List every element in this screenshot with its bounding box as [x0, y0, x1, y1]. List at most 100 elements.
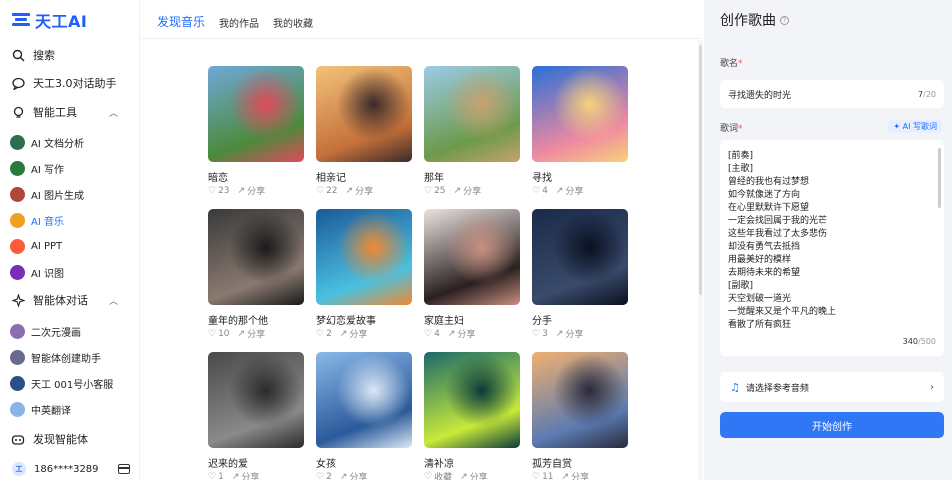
avatar[interactable]: 工	[12, 462, 26, 476]
song-card[interactable]: 家庭主妇 ♡ 4 ↗ 分享	[424, 209, 520, 340]
song-cover-image[interactable]	[208, 66, 304, 162]
share-button[interactable]: ↗ 分享	[556, 327, 584, 341]
sidebar-item-ai-ppt[interactable]: AI PPT	[10, 235, 130, 257]
help-icon[interactable]: ?	[780, 15, 789, 25]
tab-my-works[interactable]: 我的作品	[219, 15, 259, 30]
scrollbar-thumb[interactable]	[699, 45, 702, 295]
sidebar-item-translate[interactable]: 中英翻译	[10, 398, 130, 420]
lyrics-line: 却没有勇气去抵挡	[728, 242, 801, 252]
song-card[interactable]: 寻找 ♡ 4 ↗ 分享	[532, 66, 628, 197]
share-label: 分享	[247, 187, 266, 197]
like-button[interactable]: ♡ 23	[208, 186, 230, 196]
song-card[interactable]: 分手 ♡ 3 ↗ 分享	[532, 209, 628, 340]
like-button[interactable]: ♡ 3	[532, 329, 548, 339]
music-note-icon: ♫	[730, 380, 740, 394]
song-cover-image[interactable]	[532, 66, 628, 162]
like-button[interactable]: ♡ 4	[424, 329, 440, 339]
share-button[interactable]: ↗ 分享	[460, 470, 488, 480]
like-count: 1	[218, 471, 224, 480]
tab-my-favorites[interactable]: 我的收藏	[273, 15, 313, 30]
song-title[interactable]: 寻找	[532, 169, 552, 184]
song-title[interactable]: 暗恋	[208, 169, 228, 184]
song-cover-image[interactable]	[424, 66, 520, 162]
song-title[interactable]: 梦幻恋爱故事	[316, 312, 376, 327]
song-title[interactable]: 那年	[424, 169, 444, 184]
song-card[interactable]: 梦幻恋爱故事 ♡ 2 ↗ 分享	[316, 209, 412, 340]
like-button[interactable]: ♡ 25	[424, 186, 446, 196]
share-button[interactable]: ↗ 分享	[562, 470, 590, 480]
song-cover-image[interactable]	[316, 209, 412, 305]
song-title[interactable]: 迟来的爱	[208, 455, 248, 470]
song-title[interactable]: 家庭主妇	[424, 312, 464, 327]
sidebar-item-chat[interactable]: 天工3.0对话助手	[10, 72, 130, 94]
song-card[interactable]: 迟来的爱 ♡ 1 ↗ 分享	[208, 352, 304, 480]
share-icon: ↗	[460, 471, 468, 480]
share-button[interactable]: ↗ 分享	[238, 327, 266, 341]
song-card[interactable]: 暗恋 ♡ 23 ↗ 分享	[208, 66, 304, 197]
chevron-up-icon[interactable]: ︿	[109, 106, 118, 119]
song-card[interactable]: 女孩 ♡ 2 ↗ 分享	[316, 352, 412, 480]
share-button[interactable]: ↗ 分享	[340, 327, 368, 341]
like-button[interactable]: ♡ 22	[316, 186, 338, 196]
reference-audio-select[interactable]: ♫ 请选择参考音频 ›	[720, 372, 944, 402]
chevron-up-icon[interactable]: ︿	[109, 294, 118, 307]
tab-discover-music[interactable]: 发现音乐	[157, 13, 205, 30]
sidebar-section-tools[interactable]: 智能工具 ︿	[10, 101, 130, 123]
share-button[interactable]: ↗ 分享	[448, 327, 476, 341]
song-title[interactable]: 相亲记	[316, 169, 346, 184]
sidebar-section-agents[interactable]: 智能体对话 ︿	[10, 289, 130, 311]
song-cover-image[interactable]	[532, 352, 628, 448]
song-card[interactable]: 童年的那个他 ♡ 10 ↗ 分享	[208, 209, 304, 340]
song-cover-image[interactable]	[316, 352, 412, 448]
sidebar-item-ai-doc[interactable]: AI 文档分析	[10, 131, 130, 153]
song-name-input[interactable]: 寻找遗失的时光 7/20	[720, 80, 944, 108]
sidebar-item-anime[interactable]: 二次元漫画	[10, 320, 130, 342]
like-button[interactable]: ♡ 4	[532, 186, 548, 196]
song-card[interactable]: 那年 ♡ 25 ↗ 分享	[424, 66, 520, 197]
chevron-right-icon[interactable]: ›	[930, 382, 934, 393]
song-title[interactable]: 分手	[532, 312, 552, 327]
share-button[interactable]: ↗ 分享	[346, 184, 374, 198]
song-card[interactable]: 相亲记 ♡ 22 ↗ 分享	[316, 66, 412, 197]
like-button[interactable]: ♡ 2	[316, 329, 332, 339]
logo[interactable]: 天工AI	[12, 10, 87, 31]
lyrics-scrollbar[interactable]	[938, 148, 941, 208]
like-button[interactable]: ♡ 10	[208, 329, 230, 339]
sidebar-item-ai-recognize[interactable]: AI 识图	[10, 261, 130, 283]
song-cover-image[interactable]	[316, 66, 412, 162]
sidebar-item-ai-image[interactable]: AI 图片生成	[10, 183, 130, 205]
song-card[interactable]: 孤芳自赏 ♡ 11 ↗ 分享	[532, 352, 628, 480]
share-button[interactable]: ↗ 分享	[232, 470, 260, 480]
song-card[interactable]: 清补凉 ♡ 收藏 ↗ 分享	[424, 352, 520, 480]
lyrics-textarea[interactable]: [前奏] [主歌] 曾经的我也有过梦想 如今就像迷了方向 在心里默默许下愿望 一定会找回属…	[720, 140, 944, 356]
song-title[interactable]: 清补凉	[424, 455, 454, 470]
song-cover-image[interactable]	[208, 209, 304, 305]
share-button[interactable]: ↗ 分享	[556, 184, 584, 198]
like-button[interactable]: ♡ 2	[316, 472, 332, 480]
like-button[interactable]: ♡ 1	[208, 472, 224, 480]
song-cover-image[interactable]	[208, 352, 304, 448]
sidebar-item-discover-agents[interactable]: 发现智能体	[10, 428, 130, 450]
heart-icon: ♡	[208, 328, 217, 339]
sidebar-item-search[interactable]: 搜索	[10, 44, 130, 66]
song-title[interactable]: 童年的那个他	[208, 312, 268, 327]
song-title[interactable]: 孤芳自赏	[532, 455, 572, 470]
start-create-button[interactable]: 开始创作	[720, 412, 944, 438]
sidebar-item-agent-builder[interactable]: 智能体创建助手	[10, 346, 130, 368]
song-cover-image[interactable]	[424, 352, 520, 448]
share-button[interactable]: ↗ 分享	[340, 470, 368, 480]
like-button[interactable]: ♡ 11	[532, 472, 554, 480]
sidebar-item-support[interactable]: 天工 001号小客服	[10, 372, 130, 394]
sidebar-item-ai-write[interactable]: AI 写作	[10, 157, 130, 179]
user-bar[interactable]: 工 186****3289	[0, 458, 140, 480]
song-cover-image[interactable]	[532, 209, 628, 305]
sidebar-section-label: 智能工具	[33, 106, 77, 119]
share-button[interactable]: ↗ 分享	[454, 184, 482, 198]
like-button[interactable]: ♡ 收藏	[424, 470, 452, 480]
song-title[interactable]: 女孩	[316, 455, 336, 470]
share-button[interactable]: ↗ 分享	[238, 184, 266, 198]
song-cover-image[interactable]	[424, 209, 520, 305]
ai-write-lyrics-button[interactable]: ✦ AI 写歌词	[888, 120, 942, 133]
sidebar-item-ai-music[interactable]: AI 音乐	[10, 209, 130, 231]
sidebar-toggle-icon[interactable]	[118, 464, 130, 474]
